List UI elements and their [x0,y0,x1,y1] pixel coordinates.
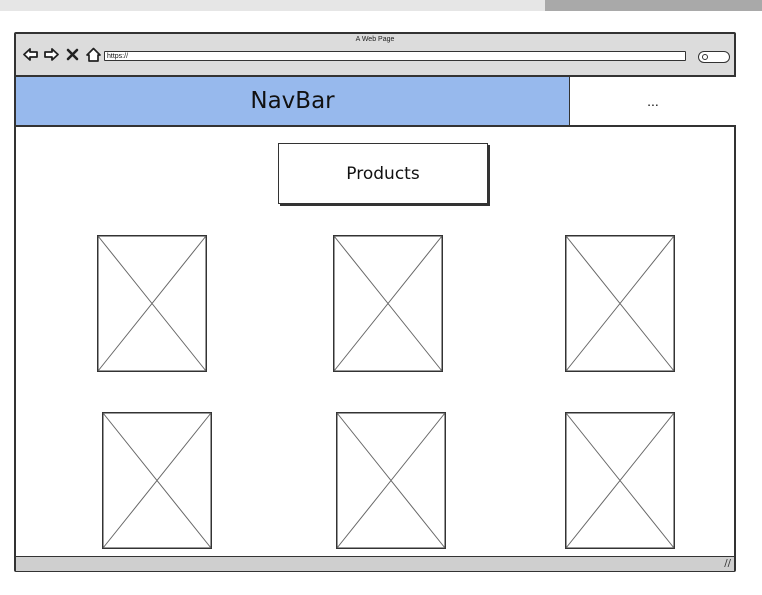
image-placeholder-icon [565,412,675,549]
browser-window: A Web Page https:// NavBar ... Products … [14,32,736,572]
image-placeholder-icon [565,235,675,372]
nav-controls [22,44,102,64]
search-button[interactable] [698,51,730,63]
back-arrow-icon[interactable] [22,46,39,63]
product-image-placeholder-6[interactable] [565,412,675,549]
navbar: NavBar [16,77,570,127]
product-image-placeholder-1[interactable] [97,235,207,372]
product-image-placeholder-5[interactable] [336,412,446,549]
url-input[interactable]: https:// [104,51,686,61]
image-placeholder-icon [102,412,212,549]
forward-arrow-icon[interactable] [43,46,60,63]
close-icon[interactable] [64,46,81,63]
browser-chrome: A Web Page https:// [16,34,734,77]
product-image-placeholder-4[interactable] [102,412,212,549]
products-button[interactable]: Products [278,143,488,204]
navbar-more-button[interactable]: ... [570,77,736,127]
image-placeholder-icon [333,235,443,372]
search-icon [702,54,708,60]
product-image-placeholder-2[interactable] [333,235,443,372]
resize-grip-icon[interactable]: // [724,559,731,569]
image-placeholder-icon [97,235,207,372]
top-strip-accent [545,0,762,11]
status-bar: // [16,556,734,571]
page-title: A Web Page [355,36,395,43]
product-image-placeholder-3[interactable] [565,235,675,372]
image-placeholder-icon [336,412,446,549]
home-icon[interactable] [85,46,102,63]
navbar-label: NavBar [250,88,335,114]
